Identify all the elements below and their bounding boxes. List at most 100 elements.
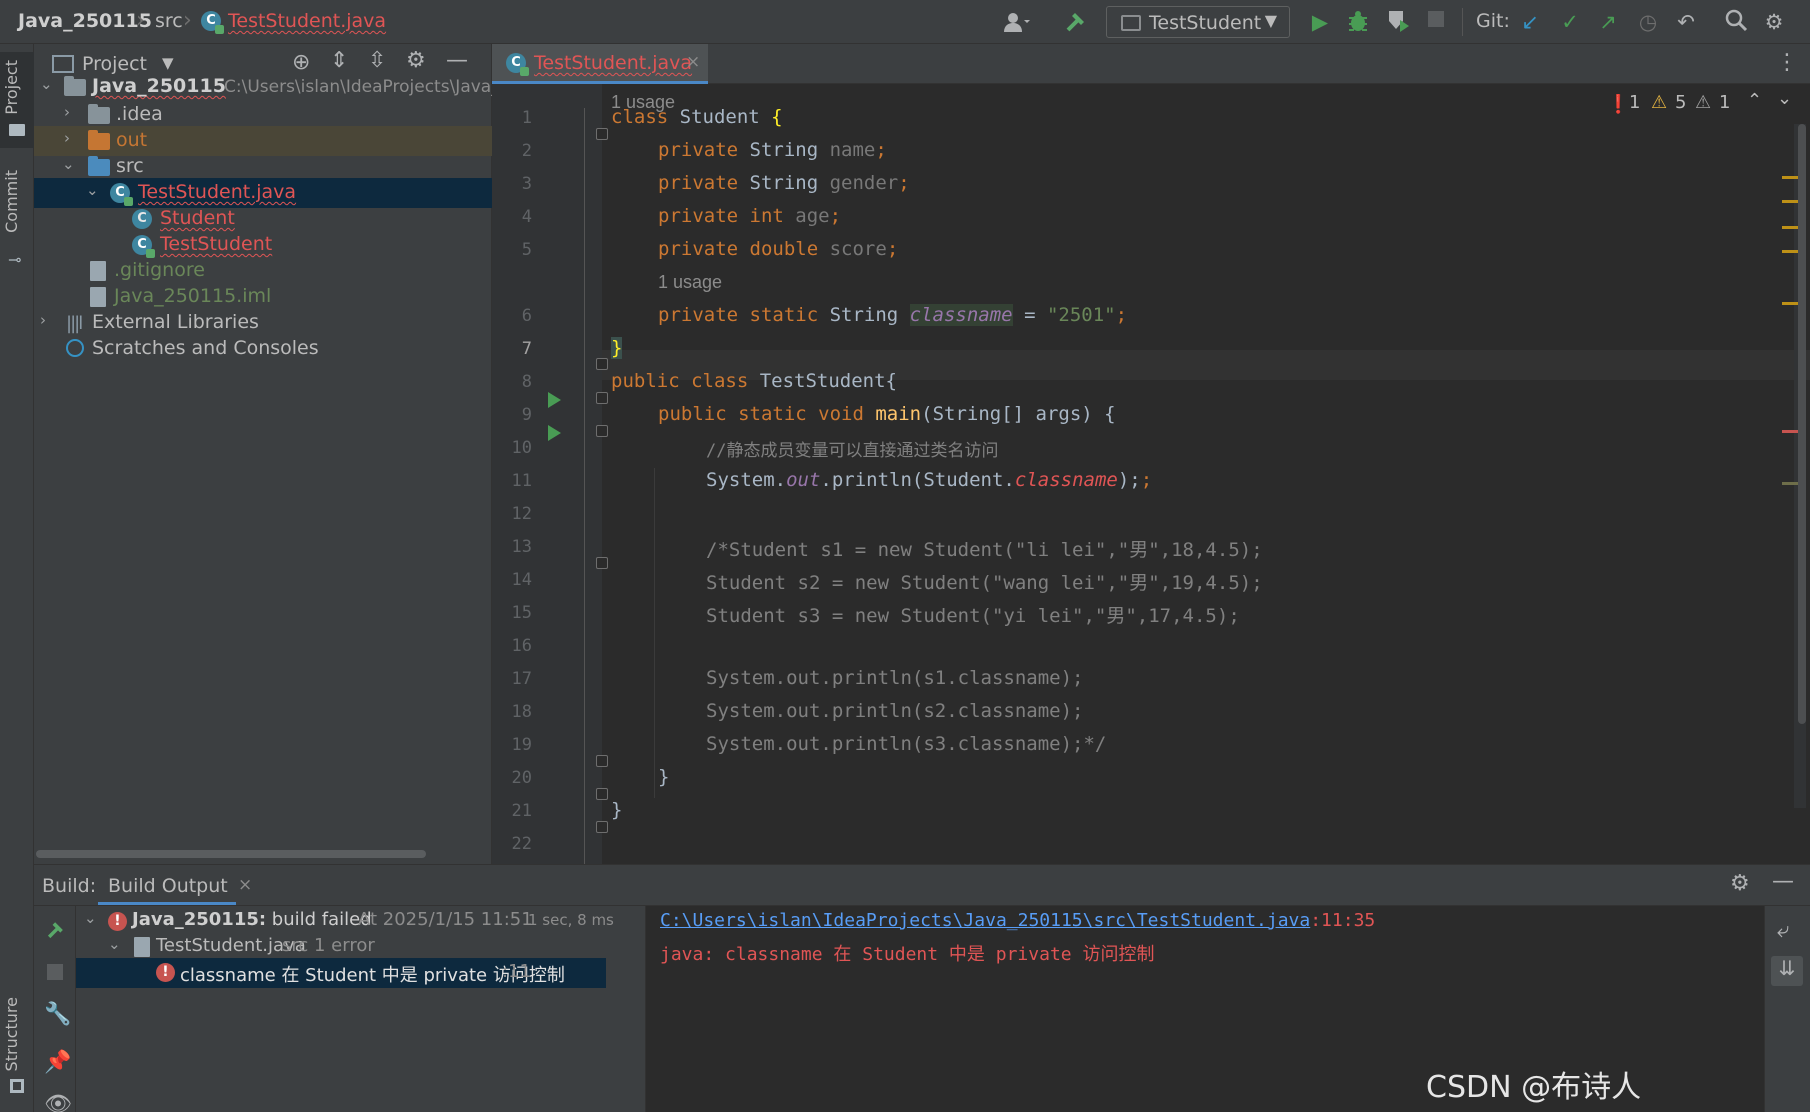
breadcrumb-project[interactable]: Java_250115 [18, 10, 152, 32]
fold-marker-icon[interactable] [596, 358, 608, 370]
excluded-folder-icon [88, 130, 110, 150]
indent-guide [654, 468, 655, 798]
tree-item-scratches[interactable]: Scratches and Consoles [34, 334, 492, 364]
code-editor[interactable]: 1 2 3 4 5 6 7 8 9 10 11 12 13 14 15 16 1… [492, 84, 1810, 864]
code-token: .println(Student. [820, 469, 1015, 491]
chevron-down-icon[interactable]: ⌄ [62, 155, 75, 173]
line-number: 8 [521, 372, 532, 392]
soft-wrap-icon[interactable]: ⤶ [1777, 918, 1789, 943]
code-token: String [738, 172, 830, 194]
weak-warning-icon: ⚠ [1695, 92, 1712, 113]
fold-marker-icon[interactable] [596, 788, 608, 800]
search-icon[interactable] [1722, 8, 1750, 36]
structure-icon [10, 1079, 24, 1093]
fold-marker-icon[interactable] [596, 557, 608, 569]
tree-item-project-root[interactable]: ⌄ Java_250115 C:\Users\islan\IdeaProject… [34, 72, 565, 102]
editor-tab-teststudent[interactable]: C TestStudent.java × [492, 44, 708, 84]
horizontal-scrollbar[interactable] [36, 850, 426, 858]
code-line-9: public static void main(String[] args) { [658, 403, 1116, 425]
inspection-widget[interactable]: ❗ 1 ⚠ 5 ⚠ 1 ⌃ ⌄ [1607, 88, 1807, 116]
chevron-down-icon[interactable]: ⌄ [108, 935, 121, 953]
rollback-icon[interactable]: ↶ [1672, 8, 1700, 36]
run-gutter-icon[interactable] [548, 425, 561, 441]
settings-gear-icon[interactable]: ⚙ [1760, 8, 1788, 36]
eye-icon[interactable]: 👁 [44, 1092, 72, 1112]
hide-panel-icon[interactable]: — [1772, 869, 1794, 894]
folder-icon [88, 104, 110, 124]
tree-item-label: Student [160, 207, 235, 229]
chevron-down-icon[interactable]: ⌄ [84, 909, 97, 927]
project-tool-tab[interactable]: Project [0, 52, 34, 148]
gutter-divider [584, 108, 585, 864]
fold-marker-icon[interactable] [596, 821, 608, 833]
options-gear-icon[interactable]: ⚙ [406, 48, 426, 73]
close-icon[interactable]: × [686, 52, 700, 72]
wrench-icon[interactable]: 🔧 [44, 1002, 71, 1027]
line-number: 3 [521, 174, 532, 194]
code-token: Student [668, 106, 772, 128]
git-push-icon[interactable]: ↗ [1594, 8, 1622, 36]
collapse-all-icon[interactable]: ⇳ [368, 48, 386, 73]
git-commit-icon[interactable]: ✓ [1556, 8, 1584, 36]
breadcrumb-file[interactable]: TestStudent.java [228, 10, 386, 32]
code-token: private [658, 172, 739, 194]
git-update-icon[interactable]: ↙ [1516, 8, 1544, 36]
line-number: 19 [511, 735, 532, 755]
chevron-down-icon[interactable]: ⌄ [1777, 88, 1792, 109]
build-tool-header: Build: Build Output × ⚙ — [34, 864, 1810, 906]
build-output-console[interactable]: C:\Users\islan\IdeaProjects\Java_250115\… [646, 906, 1764, 1112]
code-line-14: Student s2 = new Student("wang lei","男",… [706, 572, 1263, 594]
more-options-icon[interactable]: ⋮ [1776, 50, 1798, 75]
coverage-icon[interactable] [1384, 8, 1412, 36]
output-file-link[interactable]: C:\Users\islan\IdeaProjects\Java_250115\… [660, 910, 1310, 931]
chevron-down-icon[interactable]: ⌄ [86, 181, 99, 199]
commit-icon: ⊸ [8, 250, 22, 269]
fold-marker-icon[interactable] [596, 755, 608, 767]
module-folder-icon [64, 76, 86, 96]
run-configuration-select[interactable]: TestStudent ▼ [1106, 6, 1290, 38]
chevron-right-icon[interactable]: › [64, 129, 70, 147]
build-hammer-icon[interactable] [1062, 8, 1090, 36]
build-tree-error[interactable]: ! classname 在 Student 中是 private 访问控制 :1… [76, 958, 606, 988]
structure-tool-tab[interactable]: Structure [0, 979, 34, 1099]
build-output-tab[interactable]: Build Output [98, 865, 236, 905]
expand-all-icon[interactable]: ⇕ [330, 48, 348, 73]
class-icon: C [132, 209, 152, 229]
code-token: age [795, 205, 830, 227]
debug-icon[interactable] [1344, 8, 1372, 36]
scroll-to-end-icon[interactable]: ⇊ [1771, 956, 1803, 986]
line-number: 21 [511, 801, 532, 821]
stop-icon[interactable] [47, 964, 63, 980]
chevron-down-icon[interactable]: ⌄ [40, 75, 53, 93]
code-line-15: Student s3 = new Student("yi lei","男",17… [706, 605, 1240, 627]
runnable-class-icon: C [132, 235, 155, 258]
file-icon [134, 937, 150, 957]
code-token: (String[] args) { [921, 403, 1116, 425]
project-view-icon [52, 55, 74, 73]
hide-panel-icon[interactable]: — [446, 48, 468, 73]
build-hammer-icon[interactable] [44, 918, 68, 947]
fold-marker-icon[interactable] [596, 425, 608, 437]
breadcrumb-folder[interactable]: src [155, 10, 183, 32]
code-token: private double [658, 238, 819, 260]
line-number: 16 [511, 636, 532, 656]
settings-gear-icon[interactable]: ⚙ [1730, 871, 1750, 896]
usage-hint[interactable]: 1 usage [658, 272, 722, 293]
chevron-down-icon[interactable]: ▼ [162, 54, 174, 72]
stop-icon[interactable] [1422, 8, 1450, 36]
fold-marker-icon[interactable] [596, 128, 608, 140]
run-gutter-icon[interactable] [548, 392, 561, 408]
vertical-scrollbar[interactable] [1798, 124, 1806, 724]
chevron-right-icon[interactable]: › [40, 311, 46, 329]
run-icon[interactable]: ▶ [1306, 8, 1334, 36]
fold-marker-icon[interactable] [596, 392, 608, 404]
run-config-icon [1121, 15, 1141, 31]
user-icon[interactable] [1002, 8, 1030, 36]
chevron-up-icon[interactable]: ⌃ [1747, 90, 1762, 111]
code-line-20: } [658, 766, 670, 788]
commit-tool-tab[interactable]: Commit ⊸ [0, 162, 34, 298]
pin-icon[interactable]: 📌 [44, 1050, 71, 1075]
git-history-icon[interactable]: ◷ [1634, 8, 1662, 36]
close-icon[interactable]: × [238, 875, 252, 895]
chevron-right-icon[interactable]: › [64, 103, 70, 121]
